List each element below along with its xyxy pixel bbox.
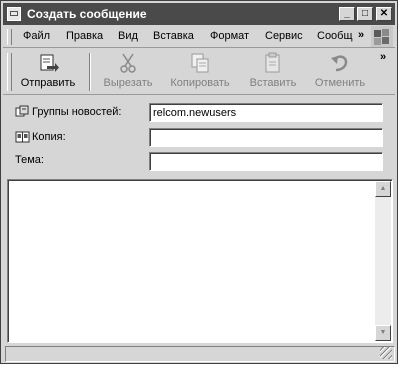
minimize-button[interactable]: _ (339, 7, 355, 21)
subject-label: Тема: (15, 154, 44, 166)
copy-label: Копировать (170, 77, 230, 89)
toolbar-overflow-chevron[interactable]: » (380, 51, 386, 63)
copy-button[interactable]: Копировать (163, 52, 237, 92)
toolbar-grip[interactable] (7, 53, 12, 91)
menu-edit[interactable]: Правка (66, 30, 103, 42)
paste-icon (265, 52, 280, 73)
cc-input[interactable] (149, 128, 383, 147)
maximize-button[interactable]: □ (357, 7, 373, 21)
address-book-icon (15, 131, 30, 143)
undo-icon (331, 55, 348, 72)
scroll-up-arrow[interactable]: ▲ (375, 181, 391, 197)
toolbar-separator (89, 53, 91, 91)
scroll-down-arrow[interactable]: ▼ (375, 325, 391, 341)
copy-field-label-text: Копия: (32, 131, 66, 143)
message-body-textarea[interactable]: ▲ ▼ (7, 179, 393, 343)
compose-message-icon (7, 7, 21, 21)
newsgroups-input[interactable] (149, 103, 383, 122)
vertical-scrollbar[interactable]: ▲ ▼ (375, 181, 391, 341)
subject-input[interactable] (149, 152, 383, 171)
menu-file[interactable]: Файл (23, 30, 50, 42)
copy-field-label[interactable]: Копия: (15, 130, 66, 143)
newsgroup-icon (15, 105, 29, 117)
send-label: Отправить (20, 77, 76, 89)
send-button[interactable]: Отправить (13, 52, 83, 92)
resize-grip-icon[interactable] (380, 347, 392, 359)
cut-label: Вырезать (103, 77, 153, 89)
menu-tools[interactable]: Сервис (265, 30, 303, 42)
menu-format[interactable]: Формат (210, 30, 249, 42)
menu-message[interactable]: Сообщ (317, 30, 353, 42)
newsgroups-label[interactable]: Группы новостей: (15, 105, 121, 118)
cut-button[interactable]: Вырезать (97, 52, 159, 92)
title-bar[interactable]: Создать сообщение _ □ ✕ (3, 3, 395, 25)
status-bar (5, 346, 395, 362)
undo-button[interactable]: Отменить (309, 52, 371, 92)
paste-button[interactable]: Вставить (241, 52, 305, 92)
menu-view[interactable]: Вид (118, 30, 138, 42)
copy-icon (191, 53, 209, 73)
compose-window: Создать сообщение _ □ ✕ Файл Правка Вид … (0, 0, 398, 364)
window-title: Создать сообщение (27, 7, 147, 21)
menu-overflow-chevron[interactable]: » (358, 29, 364, 41)
send-icon (40, 54, 59, 72)
menubar-grip[interactable] (7, 29, 12, 45)
menu-bar: Файл Правка Вид Вставка Формат Сервис Со… (3, 26, 395, 48)
paste-label: Вставить (249, 77, 297, 89)
scissors-icon (120, 53, 136, 73)
undo-label: Отменить (314, 77, 366, 89)
newsgroups-label-text: Группы новостей: (32, 106, 122, 118)
menu-insert[interactable]: Вставка (153, 30, 194, 42)
windows-logo-icon (371, 26, 393, 47)
close-button[interactable]: ✕ (376, 7, 392, 21)
toolbar: Отправить Вырезать Копировать Вставить О… (3, 49, 395, 95)
